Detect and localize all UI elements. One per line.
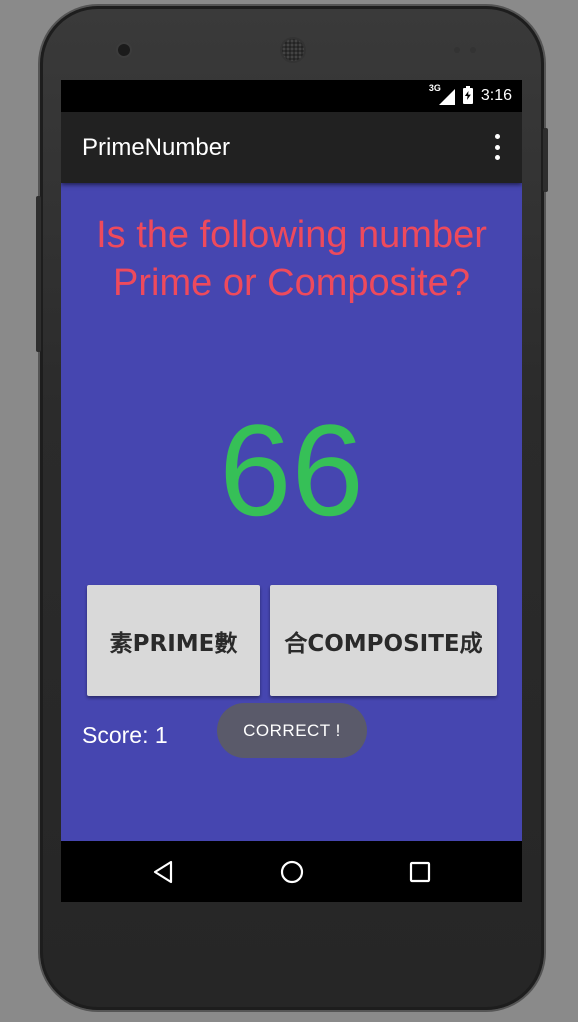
- navigation-bar: [61, 841, 522, 902]
- overflow-menu-icon[interactable]: [494, 134, 500, 160]
- battery-charging-icon: [462, 86, 473, 104]
- proximity-sensor: [454, 47, 460, 53]
- main-content: Is the following number Prime or Composi…: [61, 183, 522, 841]
- power-button: [543, 128, 548, 192]
- screen: 3G 3:16 PrimeNumber Is the following num…: [61, 80, 522, 902]
- status-bar: 3G 3:16: [61, 80, 522, 112]
- clock: 3:16: [480, 87, 512, 104]
- front-camera: [118, 44, 130, 56]
- light-sensor: [470, 47, 476, 53]
- back-icon[interactable]: [151, 859, 177, 885]
- earpiece-speaker: [282, 39, 304, 61]
- number-display: 66: [219, 397, 364, 543]
- recents-icon[interactable]: [407, 859, 433, 885]
- home-icon[interactable]: [279, 859, 305, 885]
- signal-icon: 3G: [429, 83, 455, 105]
- volume-button: [36, 196, 41, 352]
- question-text: Is the following number Prime or Composi…: [96, 214, 487, 304]
- prime-button[interactable]: 素PRIME數: [87, 585, 260, 696]
- composite-button[interactable]: 合COMPOSITE成: [270, 585, 497, 696]
- app-title: PrimeNumber: [82, 134, 231, 161]
- app-toolbar: PrimeNumber: [61, 112, 522, 183]
- result-toast: CORRECT !: [217, 703, 367, 758]
- score-label: Score: 1: [82, 722, 168, 748]
